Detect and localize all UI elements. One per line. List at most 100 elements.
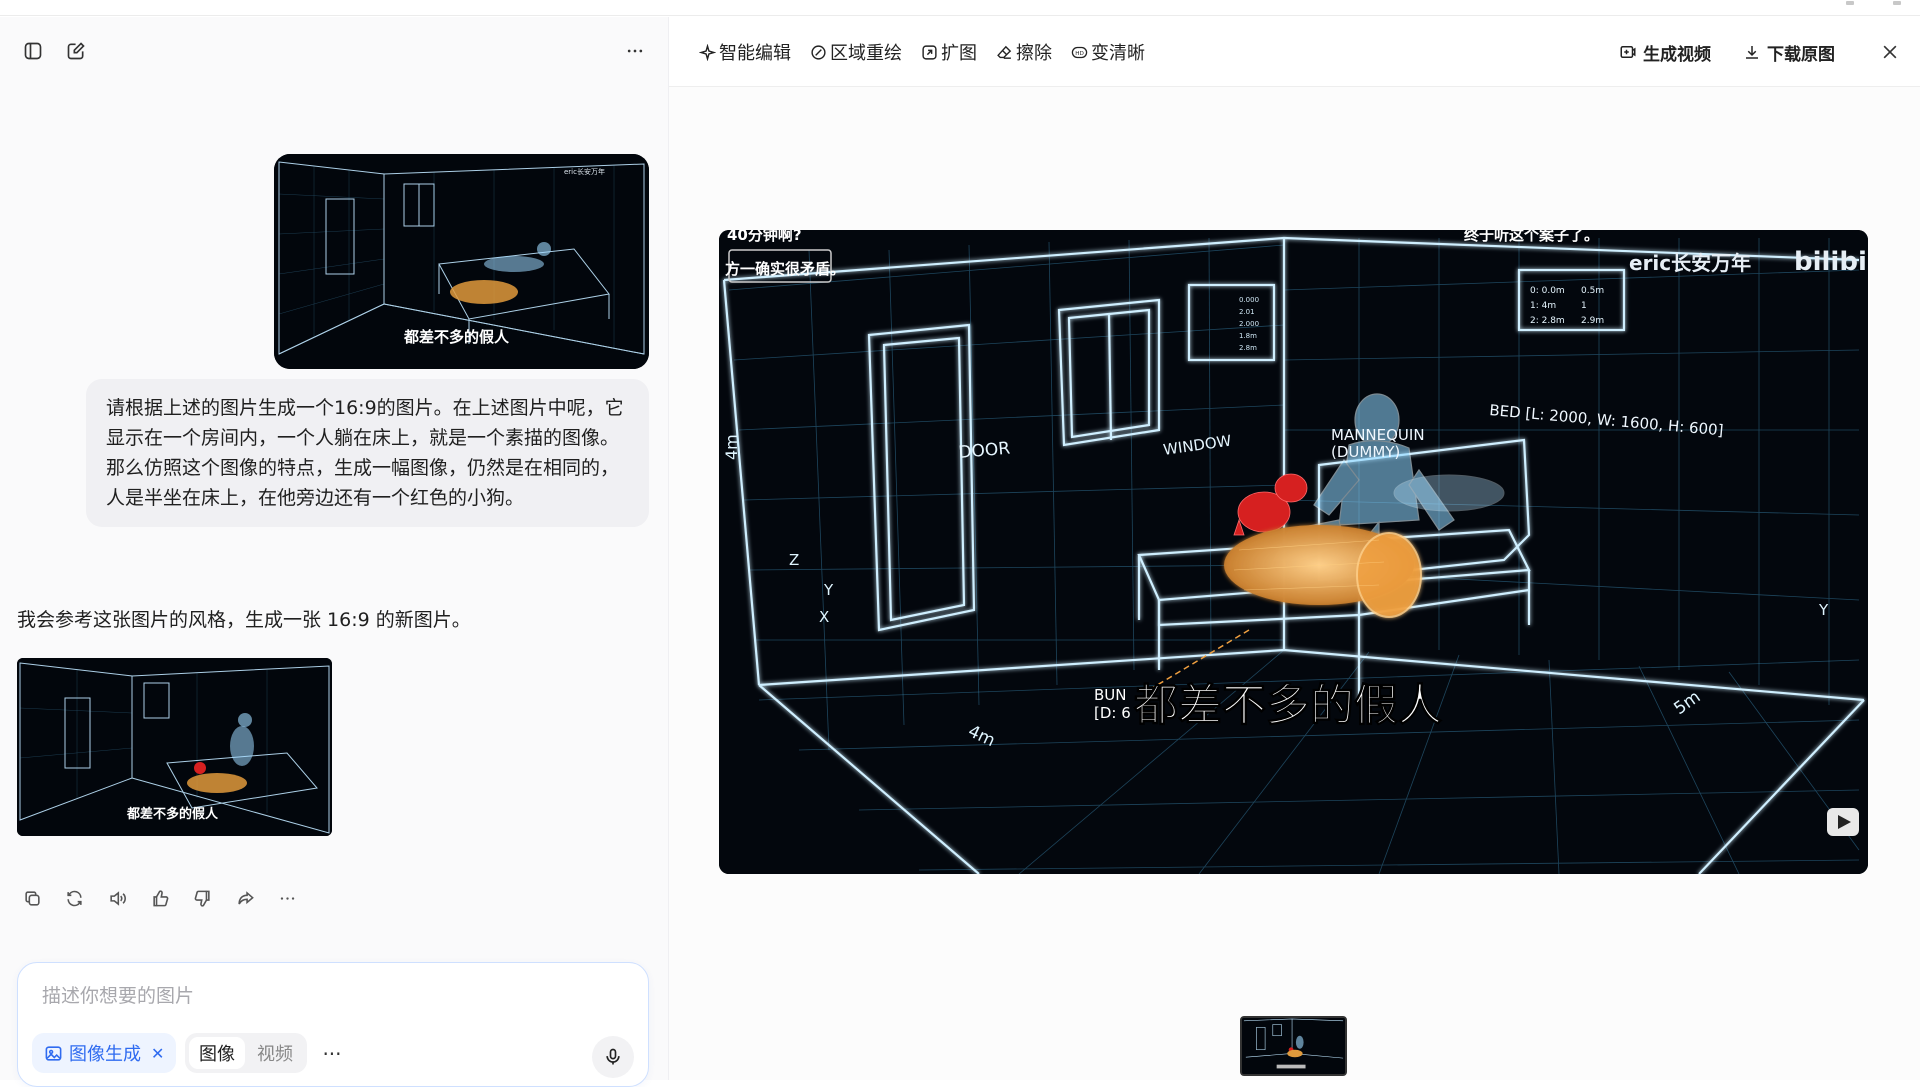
chat-more-button[interactable]	[619, 35, 651, 67]
hd-icon: HD	[1071, 46, 1088, 58]
chat-panel: 都差不多的假人 eric长安万年 请根据上述的图片生成一个16:9的图片。在上述…	[0, 17, 668, 1087]
video-plus-icon	[1620, 46, 1636, 58]
close-icon	[1883, 45, 1897, 59]
share-icon	[237, 890, 254, 904]
thumbs-up-icon	[152, 889, 168, 906]
info-box-1-line-2: 1: 4m	[1530, 301, 1556, 311]
info-box-1b-line-2: 1	[1581, 301, 1587, 311]
image-generation-chip[interactable]: 图像生成 ✕	[32, 1033, 177, 1073]
download-original-button[interactable]: 下载原图	[1743, 37, 1835, 67]
share-button[interactable]	[231, 884, 259, 912]
expand-image-label: 扩图	[941, 43, 977, 64]
download-original-label: 下载原图	[1767, 44, 1835, 65]
thumbnail-caption-hint	[1276, 1064, 1306, 1069]
generate-video-label: 生成视频	[1643, 44, 1711, 65]
copy-button[interactable]	[18, 884, 46, 912]
enhance-clarity-button[interactable]: HD 变清晰	[1071, 37, 1145, 67]
smart-edit-label: 智能编辑	[719, 43, 791, 64]
sparkle-icon	[699, 43, 716, 61]
download-icon	[1746, 46, 1758, 59]
copy-icon	[24, 890, 40, 906]
reference-watermark: eric长安万年	[564, 167, 605, 176]
reference-subtitle: 都差不多的假人	[403, 328, 510, 346]
image-icon	[45, 1045, 62, 1061]
sidebar-toggle-icon	[24, 42, 42, 60]
wireframe-room-scene: 40分钟啊? 方一确实很矛盾。 终于听这个案子了。 eric长安万年 bilib…	[719, 230, 1868, 874]
image-generation-chip-label: 图像生成	[69, 1044, 141, 1065]
wall-height-label: 4m	[722, 434, 741, 460]
info-box-1b-line-1: 0.5m	[1581, 286, 1604, 296]
info-box-2-line-4: 1.8m	[1239, 332, 1257, 340]
microphone-icon	[606, 1048, 620, 1065]
caption-banner: 方一确实很矛盾。	[725, 260, 845, 278]
media-type-segmented-control: 图像 视频	[185, 1033, 307, 1073]
thumbnail-scene	[1242, 1018, 1345, 1074]
window-top-bar	[0, 0, 1920, 16]
more-horizontal-icon	[280, 896, 294, 900]
info-box-2-line-3: 2.000	[1239, 320, 1259, 328]
assistant-message: 我会参考这张图片的风格，生成一张 16:9 的新图片。	[17, 609, 471, 631]
smart-edit-button[interactable]: 智能编辑	[699, 37, 791, 67]
regenerate-button[interactable]	[60, 884, 88, 912]
thumbs-down-icon	[194, 890, 210, 907]
segment-video[interactable]: 视频	[247, 1037, 303, 1069]
dislike-button[interactable]	[188, 884, 216, 912]
caption-top-right: 终于听这个案子了。	[1464, 230, 1599, 244]
erase-label: 擦除	[1016, 43, 1052, 64]
subtitle-text: 都差不多的假人	[1133, 680, 1442, 731]
generated-image-preview[interactable]: 都差不多的假人	[17, 658, 332, 836]
reference-wireframe-scene: 都差不多的假人 eric长安万年	[274, 154, 649, 369]
region-redraw-button[interactable]: 区域重绘	[810, 37, 902, 67]
expand-image-button[interactable]: 扩图	[921, 37, 977, 67]
svg-text:HD: HD	[1075, 50, 1084, 56]
user-message-bubble: 请根据上述的图片生成一个16:9的图片。在上述图片中呢，它显示在一个房间内，一个…	[86, 379, 649, 527]
prompt-composer: 图像生成 ✕ 图像 视频 ···	[17, 962, 649, 1087]
image-toolbar: 智能编辑 区域重绘 扩图 擦除 HD 变清晰 生成视频 下载原图	[669, 17, 1920, 87]
more-horizontal-icon	[627, 49, 643, 53]
chip-close-icon[interactable]: ✕	[151, 1044, 164, 1063]
new-chat-button[interactable]	[60, 35, 92, 67]
image-thumbnail-selected[interactable]	[1240, 1016, 1347, 1076]
sidebar-toggle-button[interactable]	[17, 35, 49, 67]
eraser-icon	[997, 45, 1012, 59]
bun-label: BUN	[1094, 686, 1127, 704]
dummy-label: (DUMMY)	[1331, 443, 1400, 461]
close-viewer-button[interactable]	[1875, 37, 1905, 67]
info-box-1b-line-3: 2.9m	[1581, 316, 1604, 326]
info-box-2-line-1: 0.000	[1239, 296, 1259, 304]
refresh-icon	[66, 890, 82, 906]
axis-x-label: X	[819, 608, 829, 626]
image-viewer-panel: 智能编辑 区域重绘 扩图 擦除 HD 变清晰 生成视频 下载原图 40分钟啊? …	[669, 17, 1920, 1080]
info-box-2-line-5: 2.8m	[1239, 344, 1257, 352]
preview-subtitle: 都差不多的假人	[126, 806, 219, 822]
window-maximize-hint[interactable]	[1893, 1, 1901, 5]
generate-video-button[interactable]: 生成视频	[1619, 37, 1711, 67]
generated-preview-scene: 都差不多的假人	[17, 658, 332, 836]
enhance-clarity-label: 变清晰	[1091, 43, 1145, 64]
read-aloud-button[interactable]	[103, 884, 131, 912]
composer-more-button[interactable]: ···	[316, 1038, 348, 1070]
brand-logo-text: bilibili	[1794, 247, 1868, 277]
generated-image-large[interactable]: 40分钟啊? 方一确实很矛盾。 终于听这个案子了。 eric长安万年 bilib…	[719, 230, 1868, 874]
expand-icon	[922, 44, 937, 60]
erase-button[interactable]: 擦除	[996, 37, 1052, 67]
region-redraw-label: 区域重绘	[830, 43, 902, 64]
window-minimize-hint[interactable]	[1846, 1, 1854, 5]
message-more-button[interactable]	[273, 884, 301, 912]
brush-icon	[811, 44, 826, 60]
bun-dimension-label: [D: 6	[1094, 704, 1131, 722]
user-reference-image[interactable]: 都差不多的假人 eric长安万年	[274, 154, 649, 369]
speaker-icon	[109, 890, 126, 906]
new-chat-icon	[67, 42, 85, 60]
prompt-input[interactable]	[40, 981, 620, 1011]
axis-y-label: Y	[823, 581, 834, 599]
mannequin-label: MANNEQUIN	[1331, 426, 1425, 444]
like-button[interactable]	[146, 884, 174, 912]
voice-input-button[interactable]	[592, 1036, 634, 1078]
info-box-1-line-1: 0: 0.0m	[1530, 286, 1565, 296]
segment-image[interactable]: 图像	[189, 1037, 245, 1069]
watermark-text: eric长安万年	[1629, 251, 1751, 275]
info-box-1-line-3: 2: 2.8m	[1530, 316, 1565, 326]
info-box-2-line-2: 2.01	[1239, 308, 1255, 316]
axis-y-right-label: Y	[1818, 601, 1829, 619]
